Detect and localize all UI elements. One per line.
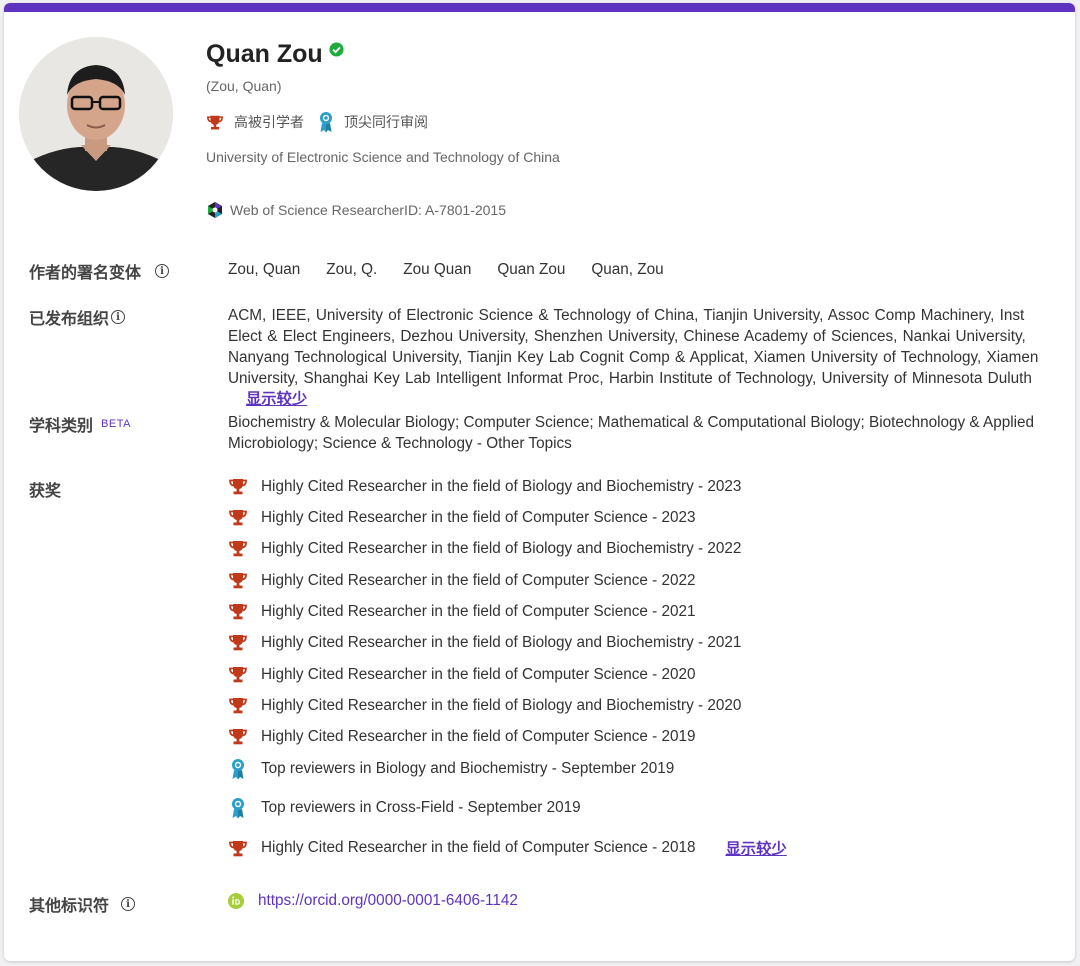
award-text: Highly Cited Researcher in the field of … <box>261 602 696 620</box>
info-icon[interactable]: i <box>121 897 136 911</box>
award-text: Highly Cited Researcher in the field of … <box>261 727 696 745</box>
award-text: Highly Cited Researcher in the field of … <box>261 839 696 856</box>
researcher-id-text: Web of Science ResearcherID: A-7801-2015 <box>230 202 507 218</box>
award-text: Highly Cited Researcher in the field of … <box>261 508 696 526</box>
reviewer-ribbon-icon <box>228 797 248 819</box>
badge-label: 顶尖同行审阅 <box>344 114 428 130</box>
award-item: Highly Cited Researcher in the field of … <box>228 477 741 496</box>
trophy-icon <box>228 571 248 590</box>
info-icon[interactable]: i <box>111 310 126 324</box>
trophy-icon <box>228 508 248 527</box>
trophy-icon <box>228 477 248 496</box>
award-text: Top reviewers in Biology and Biochemistr… <box>261 760 675 777</box>
award-item: Top reviewers in Biology and Biochemistr… <box>228 758 674 780</box>
affiliation: University of Electronic Science and Tec… <box>206 149 560 165</box>
award-text: Highly Cited Researcher in the field of … <box>261 633 742 651</box>
researcher-id: Web of Science ResearcherID: A-7801-2015 <box>206 201 506 219</box>
categories-label: 学科类别 BETA <box>29 418 131 435</box>
award-text: Highly Cited Researcher in the field of … <box>261 696 742 714</box>
trophy-icon <box>228 602 248 621</box>
researcher-profile-card: Quan Zou (Zou, Quan) 高被引学者 顶尖同行审阅 Univer… <box>4 3 1075 961</box>
orcid-link[interactable]: https://orcid.org/0000-0001-6406-1142 <box>258 892 518 910</box>
organizations-label: 已发布组织 i <box>29 305 126 329</box>
award-text: Highly Cited Researcher in the field of … <box>261 477 742 495</box>
awards-label: 获奖 <box>29 483 62 500</box>
trophy-icon <box>228 665 248 684</box>
award-text: Top reviewers in Cross-Field - September… <box>261 799 581 816</box>
accent-bar <box>4 3 1075 12</box>
badge-list: 高被引学者 顶尖同行审阅 <box>206 111 442 133</box>
alternate-name: (Zou, Quan) <box>206 78 282 94</box>
name-variant: Quan, Zou <box>591 261 664 278</box>
other-identifiers-label: 其他标识符 i <box>29 892 136 916</box>
name-variants: Zou, Quan Zou, Q. Zou Quan Quan Zou Quan… <box>228 259 1054 280</box>
award-item: Highly Cited Researcher in the field of … <box>228 571 695 590</box>
badge-highly-cited: 高被引学者 <box>206 112 304 132</box>
award-item: Highly Cited Researcher in the field of … <box>228 602 695 621</box>
award-item: Highly Cited Researcher in the field of … <box>228 696 741 715</box>
name-variant: Quan Zou <box>497 261 566 278</box>
beta-tag: BETA <box>101 418 131 430</box>
award-item: Highly Cited Researcher in the field of … <box>228 727 695 746</box>
trophy-icon <box>228 539 248 558</box>
avatar <box>19 37 173 191</box>
verified-check-icon <box>329 42 344 57</box>
organizations: ACM, IEEE, University of Electronic Scie… <box>228 305 1054 410</box>
name-variant: Zou, Q. <box>326 261 378 278</box>
organizations-list: ACM, IEEE, University of Electronic Scie… <box>228 307 1039 387</box>
name-row: Quan Zou <box>206 40 344 69</box>
award-item: Highly Cited Researcher in the field of … <box>228 665 695 684</box>
show-less-awards-link[interactable]: 显示较少 <box>725 837 786 859</box>
trophy-icon <box>228 633 248 652</box>
trophy-icon <box>228 839 248 858</box>
info-icon[interactable]: i <box>155 264 170 278</box>
reviewer-ribbon-icon <box>228 758 248 780</box>
name-variant: Zou Quan <box>403 261 472 278</box>
orcid-icon <box>228 893 244 909</box>
award-item: Highly Cited Researcher in the field of … <box>228 837 787 859</box>
award-text: Highly Cited Researcher in the field of … <box>261 539 742 557</box>
award-item: Highly Cited Researcher in the field of … <box>228 633 741 652</box>
badge-label: 高被引学者 <box>234 114 304 130</box>
show-less-organizations-link[interactable]: 显示较少 <box>246 391 307 408</box>
trophy-icon <box>228 727 248 746</box>
trophy-icon <box>228 696 248 715</box>
award-text: Highly Cited Researcher in the field of … <box>261 665 696 683</box>
award-text: Highly Cited Researcher in the field of … <box>261 571 696 589</box>
badge-top-reviewer: 顶尖同行审阅 <box>318 111 428 133</box>
web-of-science-icon <box>208 202 222 218</box>
trophy-icon <box>207 115 223 129</box>
orcid-row: https://orcid.org/0000-0001-6406-1142 <box>228 892 518 910</box>
researcher-name: Quan Zou <box>206 40 323 68</box>
categories: Biochemistry & Molecular Biology; Comput… <box>228 414 1035 452</box>
name-variants-label: 作者的署名变体 i <box>29 259 170 283</box>
award-item: Highly Cited Researcher in the field of … <box>228 508 695 527</box>
award-item: Top reviewers in Cross-Field - September… <box>228 797 581 819</box>
award-item: Highly Cited Researcher in the field of … <box>228 539 741 558</box>
name-variant: Zou, Quan <box>228 261 301 278</box>
reviewer-ribbon-icon <box>320 112 332 133</box>
